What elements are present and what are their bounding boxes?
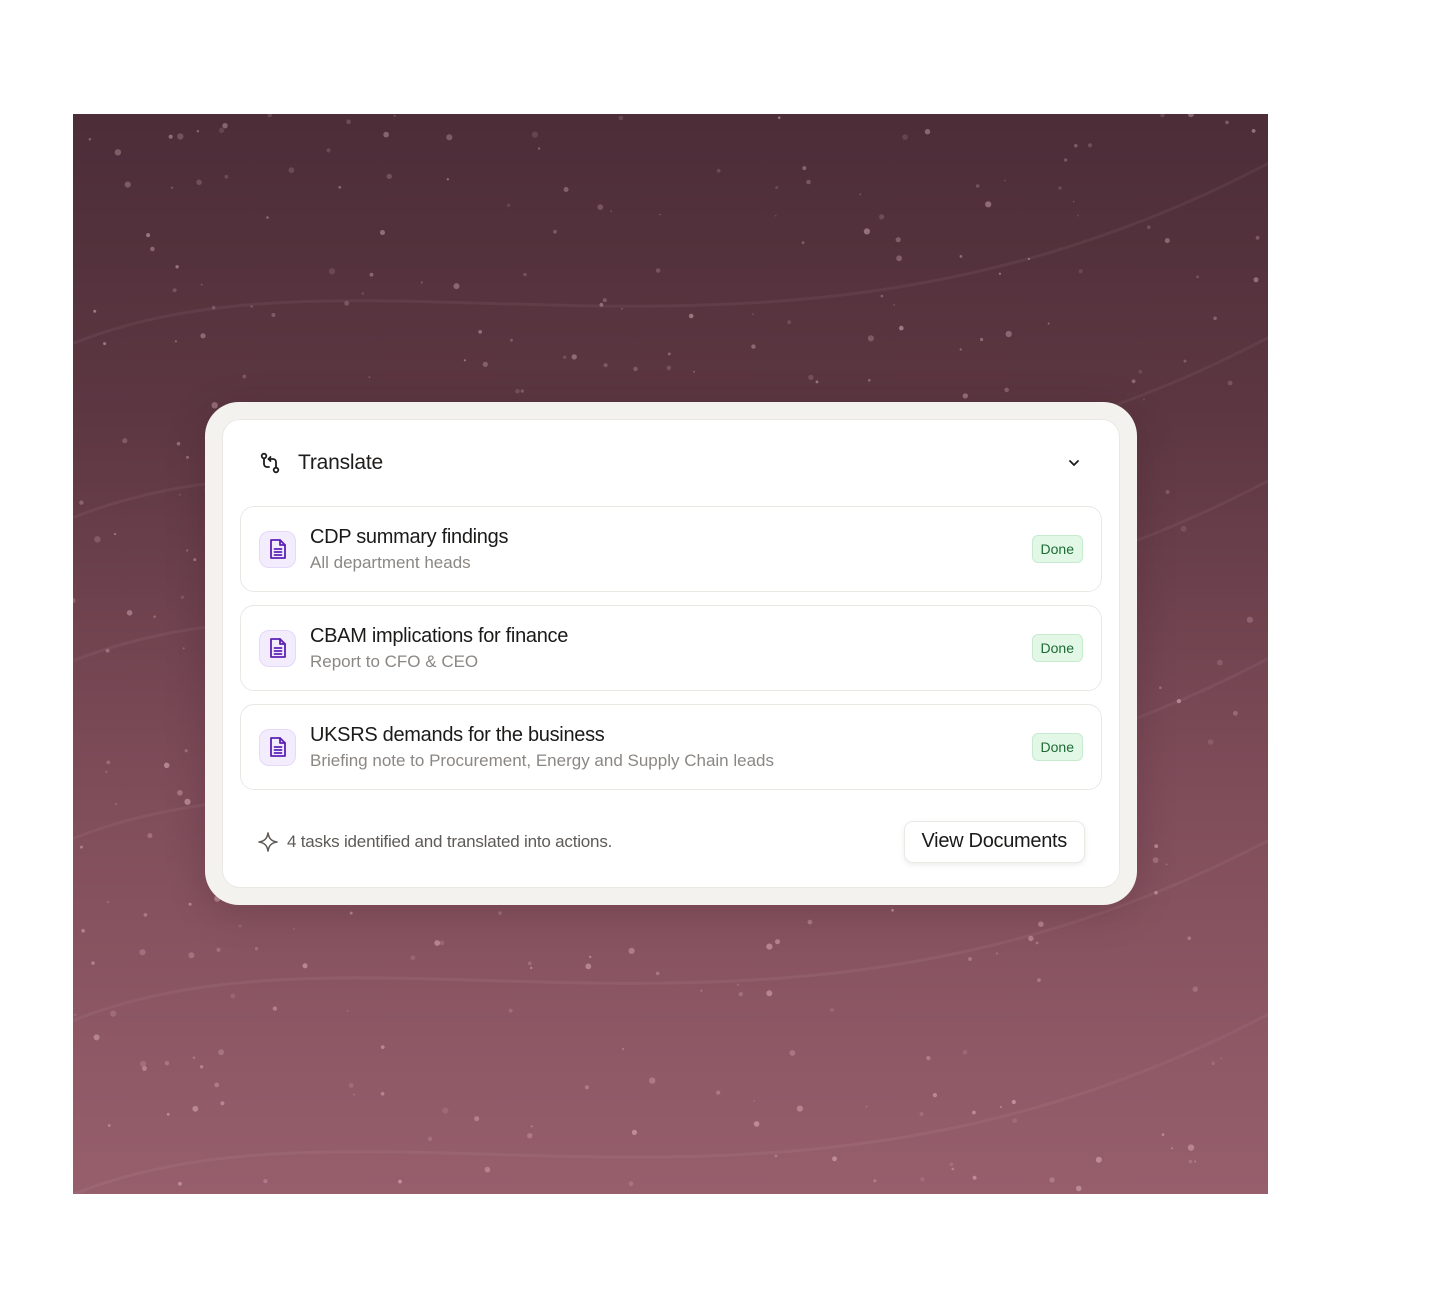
view-documents-button[interactable]: View Documents: [903, 820, 1085, 863]
status-badge: Done: [1031, 733, 1083, 761]
task-item-cdp[interactable]: CDP summary findings All department head…: [240, 506, 1102, 592]
summary-text: 4 tasks identified and translated into a…: [287, 831, 613, 851]
panel-footer: 4 tasks identified and translated into a…: [240, 803, 1102, 880]
translate-panel: Translate CDP summary findings All depar…: [205, 402, 1137, 905]
status-badge: Done: [1031, 634, 1083, 662]
panel-title: Translate: [298, 451, 383, 474]
task-title: CDP summary findings: [310, 526, 509, 548]
sparkle-icon: [257, 831, 279, 853]
task-subtitle: All department heads: [310, 553, 471, 572]
document-icon: [259, 728, 296, 766]
status-badge: Done: [1031, 535, 1083, 563]
document-icon: [259, 629, 296, 667]
chevron-down-icon[interactable]: [1063, 452, 1085, 474]
task-subtitle: Report to CFO & CEO: [310, 652, 479, 671]
task-title: UKSRS demands for the business: [310, 724, 605, 746]
task-title: CBAM implications for finance: [310, 625, 569, 647]
task-item-cbam[interactable]: CBAM implications for finance Report to …: [240, 605, 1102, 691]
panel-header[interactable]: Translate: [240, 420, 1102, 506]
task-subtitle: Briefing note to Procurement, Energy and…: [310, 751, 774, 770]
translate-card: Translate CDP summary findings All depar…: [222, 419, 1120, 888]
document-icon: [259, 530, 296, 568]
route-icon: [259, 452, 281, 474]
task-item-uksrs[interactable]: UKSRS demands for the business Briefing …: [240, 704, 1102, 790]
